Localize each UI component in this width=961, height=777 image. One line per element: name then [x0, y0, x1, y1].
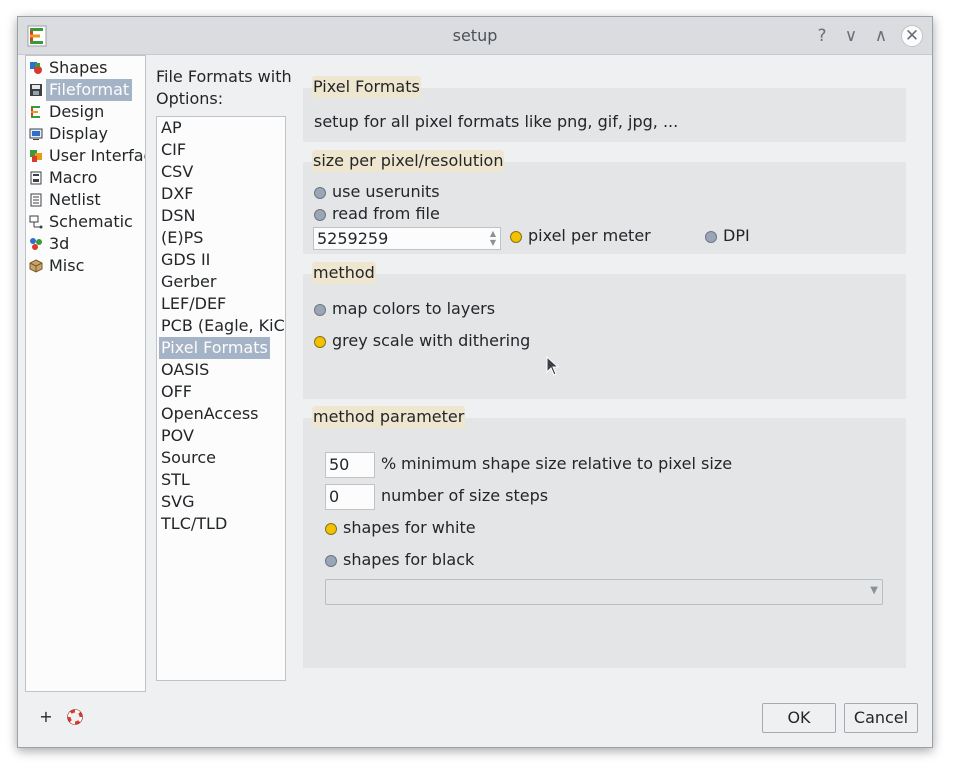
shapes-icon	[30, 62, 42, 74]
3d-icon	[30, 238, 42, 250]
read-from-file-radio[interactable]	[314, 209, 326, 221]
min-size-input[interactable]: 50	[325, 452, 375, 478]
min-size-unit: %	[381, 454, 397, 473]
cancel-button[interactable]: Cancel	[844, 703, 918, 733]
user-interface-icon	[30, 150, 42, 162]
nav-item-label: Misc	[49, 256, 85, 275]
macro-icon	[30, 171, 42, 185]
method-parameter-group: method parameter 50 % minimum shape size…	[303, 406, 906, 668]
nav-item-label: Display	[49, 124, 108, 143]
method-parameter-title: method parameter	[312, 406, 466, 428]
mouse-cursor-icon	[546, 356, 560, 376]
netlist-icon	[30, 193, 42, 207]
format-item-off[interactable]: OFF	[159, 381, 194, 403]
grey-scale-label[interactable]: grey scale with dithering	[332, 330, 530, 352]
format-item-pov[interactable]: POV	[159, 425, 196, 447]
design-icon	[31, 106, 40, 118]
chevron-down-icon[interactable]: ▼	[870, 585, 878, 596]
setup-dialog: setup ? ∨ ∧ ✕ Shapes Fileformat Design D…	[17, 16, 933, 748]
format-item-pixel-formats[interactable]: Pixel Formats	[159, 337, 270, 359]
shapes-white-label[interactable]: shapes for white	[343, 517, 476, 539]
format-item-dxf[interactable]: DXF	[159, 183, 195, 205]
map-colors-radio[interactable]	[314, 304, 326, 316]
use-userunits-label[interactable]: use userunits	[332, 181, 440, 203]
format-item-dsn[interactable]: DSN	[159, 205, 197, 227]
category-list[interactable]: Shapes Fileformat Design Display User In…	[25, 55, 146, 692]
map-colors-label[interactable]: map colors to layers	[332, 298, 495, 320]
format-item-source[interactable]: Source	[159, 447, 218, 469]
maximize-icon[interactable]: ∧	[870, 25, 892, 47]
spin-arrows-icon[interactable]: ▲ ▼	[488, 229, 498, 247]
resolution-group: size per pixel/resolution use userunits …	[303, 150, 906, 254]
pixel-per-meter-label[interactable]: pixel per meter	[528, 225, 651, 247]
dpi-label[interactable]: DPI	[723, 225, 750, 247]
method-title: method	[312, 262, 376, 284]
resolution-title: size per pixel/resolution	[312, 150, 505, 172]
pixel-per-meter-radio[interactable]	[510, 231, 522, 243]
nav-item-label: Macro	[49, 168, 98, 187]
floppy-disk-icon	[30, 84, 42, 96]
format-list[interactable]: AP CIF CSV DXF DSN (E)PS GDS II Gerber L…	[156, 116, 286, 681]
shapes-black-radio[interactable]	[325, 555, 337, 567]
ok-button[interactable]: OK	[762, 703, 836, 733]
help-icon[interactable]: ?	[811, 25, 833, 47]
schematic-icon	[29, 215, 43, 229]
shapes-black-label[interactable]: shapes for black	[343, 549, 474, 571]
use-userunits-radio[interactable]	[314, 187, 326, 199]
nav-item-label: Netlist	[49, 190, 101, 209]
read-from-file-label[interactable]: read from file	[332, 203, 440, 225]
display-icon	[29, 128, 43, 140]
format-item-gerber[interactable]: Gerber	[159, 271, 218, 293]
min-size-value[interactable]: 50	[329, 453, 349, 477]
minimize-icon[interactable]: ∨	[840, 25, 862, 47]
format-item-stl[interactable]: STL	[159, 469, 192, 491]
window-title: setup	[452, 26, 498, 45]
title-bar[interactable]: setup ? ∨ ∧ ✕	[18, 17, 932, 55]
method-group: method map colors to layers grey scale w…	[303, 262, 906, 399]
shapes-white-radio[interactable]	[325, 523, 337, 535]
format-item-openaccess[interactable]: OpenAccess	[159, 403, 261, 425]
format-item-ap[interactable]: AP	[159, 117, 184, 139]
size-steps-value[interactable]: 0	[329, 485, 339, 509]
pixel-formats-title: Pixel Formats	[312, 76, 421, 98]
format-item-cif[interactable]: CIF	[159, 139, 188, 161]
nav-item-label: User Interface	[49, 146, 145, 165]
resolution-spinbox[interactable]: 5259259 ▲ ▼	[313, 227, 501, 250]
nav-item-label: Design	[49, 102, 105, 121]
size-steps-label: number of size steps	[381, 486, 549, 505]
pixel-formats-description: setup for all pixel formats like png, gi…	[314, 112, 679, 131]
nav-item-label: Fileformat	[46, 79, 133, 101]
formats-header: File Formats with Options:	[156, 67, 292, 108]
format-item-tlc-tld[interactable]: TLC/TLD	[159, 513, 229, 535]
lifebuoy-icon[interactable]	[67, 709, 83, 725]
pixel-formats-group: Pixel Formats setup for all pixel format…	[303, 76, 906, 142]
add-icon[interactable]: +	[38, 709, 54, 725]
format-item-pcb[interactable]: PCB (Eagle, KiCad	[159, 315, 285, 337]
size-steps-input[interactable]: 0	[325, 484, 375, 510]
nav-item-label: Shapes	[49, 58, 108, 77]
format-item-svg[interactable]: SVG	[159, 491, 197, 513]
format-item-lefdef[interactable]: LEF/DEF	[159, 293, 228, 315]
format-item-gds[interactable]: GDS II	[159, 249, 212, 271]
misc-icon	[29, 259, 43, 273]
grey-scale-radio[interactable]	[314, 336, 326, 348]
min-size-label: minimum shape size relative to pixel siz…	[401, 454, 733, 473]
nav-item-label: 3d	[49, 234, 70, 253]
format-item-eps[interactable]: (E)PS	[159, 227, 205, 249]
shape-combobox[interactable]: ▼	[325, 579, 883, 605]
format-item-oasis[interactable]: OASIS	[159, 359, 211, 381]
nav-item-label: Schematic	[49, 212, 133, 231]
format-item-csv[interactable]: CSV	[159, 161, 195, 183]
resolution-value[interactable]: 5259259	[317, 228, 388, 249]
close-icon[interactable]: ✕	[901, 25, 923, 47]
dpi-radio[interactable]	[705, 231, 717, 243]
